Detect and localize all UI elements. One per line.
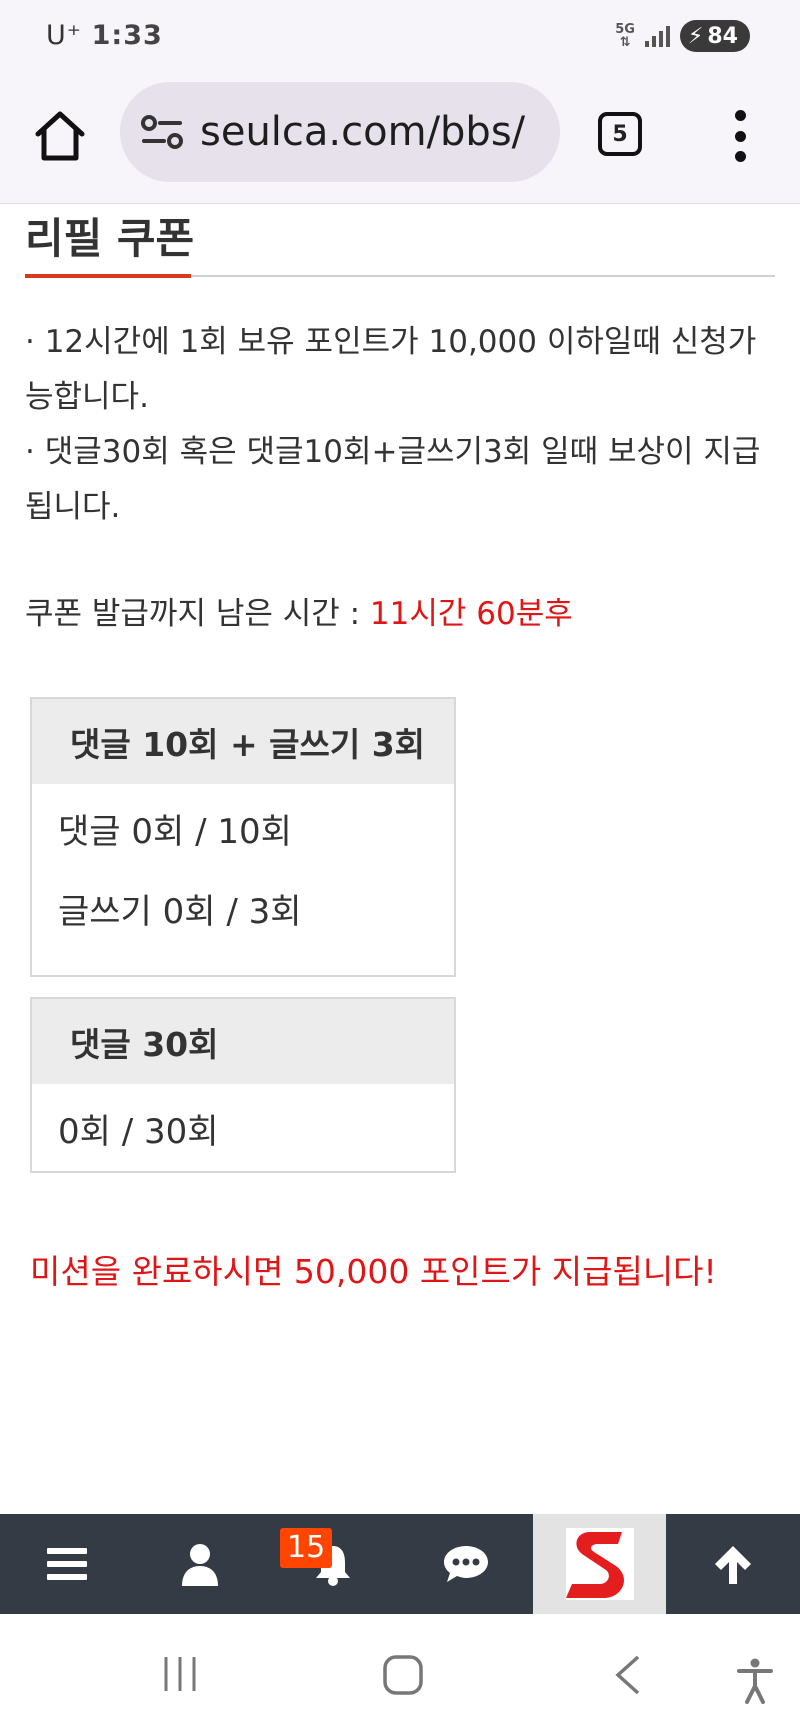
- carrier-label: U⁺: [46, 20, 83, 51]
- mission-title: 댓글 10회 + 글쓰기 3회: [32, 699, 454, 784]
- chat-icon: [443, 1546, 488, 1582]
- mission-card-comments: 댓글 30회 0회 / 30회: [30, 997, 456, 1173]
- status-icons: 5G ⇅ ⚡ 84: [615, 20, 750, 52]
- browser-toolbar: seulca.com/bbs/ 5: [0, 76, 800, 204]
- arrow-up-icon: [714, 1546, 751, 1584]
- mission-progress-comments: 댓글 0회 / 10회: [58, 812, 292, 852]
- clock: 1:33: [91, 20, 163, 51]
- more-menu-button[interactable]: [726, 110, 754, 162]
- back-icon[interactable]: [612, 1654, 642, 1696]
- home-nav-icon[interactable]: [382, 1654, 424, 1696]
- site-bottom-nav: 15: [0, 1514, 800, 1614]
- nav-user-button[interactable]: [133, 1514, 266, 1614]
- notification-badge: 15: [280, 1528, 333, 1568]
- charging-bolt-icon: ⚡: [687, 23, 704, 49]
- description-line: · 댓글30회 혹은 댓글10회+글쓰기3회 일때 보상이 지급됩니다.: [25, 434, 761, 525]
- scroll-top-button[interactable]: [666, 1514, 799, 1614]
- battery-level: 84: [707, 23, 738, 49]
- site-logo-button[interactable]: [533, 1514, 666, 1614]
- url-text[interactable]: seulca.com/bbs/: [200, 109, 550, 155]
- coupon-timer: 쿠폰 발급까지 남은 시간 : 11시간 60분후: [25, 588, 573, 633]
- site-logo: [565, 1528, 634, 1600]
- coupon-description: · 12시간에 1회 보유 포인트가 10,000 이하일때 신청가능합니다. …: [25, 315, 765, 535]
- title-underline-accent: [25, 274, 191, 278]
- timer-value: 11시간 60분후: [369, 596, 573, 632]
- user-icon: [181, 1544, 218, 1586]
- carrier-time: U⁺ 1:33: [46, 20, 163, 51]
- tab-switcher-button[interactable]: 5: [598, 112, 642, 156]
- mission-card-comments-posts: 댓글 10회 + 글쓰기 3회 댓글 0회 / 10회 글쓰기 0회 / 3회: [30, 697, 456, 977]
- timer-label: 쿠폰 발급까지 남은 시간 :: [25, 596, 370, 632]
- home-icon: [35, 111, 85, 161]
- mission-progress-comments: 0회 / 30회: [58, 1112, 219, 1152]
- mission-title: 댓글 30회: [32, 999, 454, 1084]
- network-5g-icon: 5G ⇅: [615, 23, 635, 49]
- site-settings-icon[interactable]: [140, 112, 184, 152]
- mission-progress-posts: 글쓰기 0회 / 3회: [58, 892, 302, 932]
- nav-menu-button[interactable]: [0, 1514, 133, 1614]
- accessibility-icon[interactable]: [736, 1658, 774, 1704]
- home-button[interactable]: [30, 106, 90, 166]
- page-title: 리필 쿠폰: [25, 214, 195, 263]
- tab-count: 5: [612, 121, 628, 147]
- data-arrows-icon: ⇅: [619, 35, 631, 50]
- nav-chat-button[interactable]: [399, 1514, 532, 1614]
- reward-notice: 미션을 완료하시면 50,000 포인트가 지급됩니다!: [30, 1252, 717, 1291]
- menu-icon: [46, 1548, 87, 1580]
- system-nav-bar: [0, 1614, 800, 1734]
- battery-indicator: ⚡ 84: [679, 20, 750, 52]
- address-bar[interactable]: seulca.com/bbs/: [120, 82, 560, 182]
- recent-apps-icon[interactable]: [160, 1654, 200, 1694]
- description-line: · 12시간에 1회 보유 포인트가 10,000 이하일때 신청가능합니다.: [25, 324, 757, 415]
- status-bar: U⁺ 1:33 5G ⇅ ⚡ 84: [0, 0, 800, 76]
- signal-icon: [644, 25, 670, 47]
